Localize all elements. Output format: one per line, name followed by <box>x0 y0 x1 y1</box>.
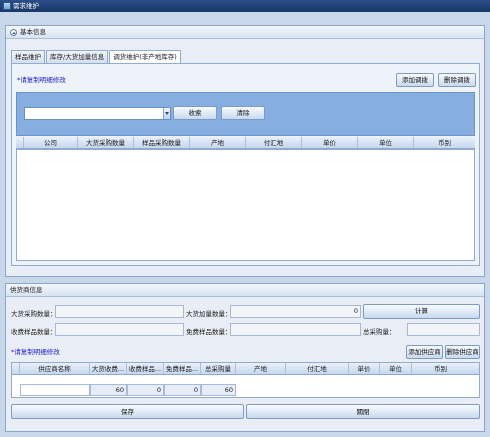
sample-charge-qty-field[interactable] <box>55 323 184 336</box>
sample-free-qty-label: 免费样品数量： <box>186 328 232 336</box>
supplier-grid-header: 供应商名称 大货收费... 收费样品... 免费样品... 总采购量 产地 付汇… <box>12 363 479 375</box>
column-header[interactable]: 单价 <box>349 363 380 374</box>
row-indicator-header <box>16 137 24 148</box>
delete-supplier-button[interactable]: 删除供应商 <box>445 345 480 359</box>
add-transfer-button[interactable]: 添加调拨 <box>396 73 434 87</box>
tab-transfer-maintenance[interactable]: 调货维护(非产地库存) <box>109 50 181 64</box>
close-button[interactable]: 關閉 <box>246 404 480 419</box>
sample-free-cell[interactable]: 0 <box>164 384 201 396</box>
column-header[interactable]: 供应商名称 <box>20 363 90 374</box>
column-header[interactable]: 收费样品... <box>127 363 164 374</box>
column-header[interactable]: 大货收费... <box>90 363 127 374</box>
chevron-down-icon[interactable] <box>163 108 170 119</box>
bulk-add-qty-label: 大货加量数量： <box>186 310 232 318</box>
basic-info-title: 基本信息 <box>20 28 46 36</box>
supplier-copy-detail-note: *请复制明细修改 <box>11 348 60 356</box>
save-button[interactable]: 保存 <box>11 404 244 419</box>
window-title-bar: 需求维护 <box>0 0 490 12</box>
tab-strip: 样品维护 库存/大货加量信息 调货维护(非产地库存) <box>11 50 182 64</box>
sample-charge-cell[interactable]: 0 <box>127 384 164 396</box>
supplier-info-title: 供货商信息 <box>10 286 43 294</box>
bulk-purchase-qty-field[interactable] <box>55 305 184 318</box>
add-supplier-button[interactable]: 添加供应商 <box>406 345 443 359</box>
bulk-add-qty-field[interactable]: 0 <box>230 305 361 318</box>
column-header[interactable]: 币别 <box>414 137 475 148</box>
search-button[interactable]: 收索 <box>173 106 217 120</box>
transfer-grid-body[interactable] <box>16 149 475 261</box>
column-header[interactable]: 币别 <box>412 363 469 374</box>
column-header[interactable]: 公司 <box>24 137 78 148</box>
column-header[interactable]: 单位 <box>358 137 414 148</box>
sample-free-qty-field[interactable] <box>230 323 361 336</box>
column-header[interactable]: 付汇地 <box>246 137 302 148</box>
column-header[interactable]: 单位 <box>380 363 412 374</box>
tab-inventory-bulk-add[interactable]: 库存/大货加量信息 <box>46 50 109 63</box>
column-header[interactable]: 产地 <box>236 363 286 374</box>
sample-charge-qty-label: 收费样品数量： <box>11 328 57 336</box>
supplier-name-cell[interactable] <box>20 384 90 396</box>
column-header[interactable]: 大货采购数量 <box>78 137 134 148</box>
copy-detail-note: *请复制明细修改 <box>17 76 66 84</box>
tab-sample-maintenance[interactable]: 样品维护 <box>11 50 45 63</box>
column-header[interactable]: 样品采购数量 <box>134 137 190 148</box>
column-header[interactable]: 付汇地 <box>286 363 349 374</box>
column-header[interactable]: 免费样品... <box>164 363 201 374</box>
column-header[interactable]: 单价 <box>302 137 358 148</box>
column-header[interactable]: 总采购量 <box>201 363 236 374</box>
clear-button[interactable]: 清除 <box>221 106 265 120</box>
collapse-icon[interactable] <box>10 29 17 36</box>
bulk-purchase-qty-label: 大货采购数量： <box>11 310 57 318</box>
row-indicator-header <box>12 363 20 374</box>
calculate-button[interactable]: 计算 <box>363 304 480 319</box>
basic-info-header[interactable]: 基本信息 <box>6 26 484 39</box>
supplier-info-header: 供货商信息 <box>6 284 484 297</box>
column-header[interactable]: 产地 <box>190 137 246 148</box>
delete-transfer-button[interactable]: 删除调拨 <box>438 73 476 87</box>
total-purchase-qty-field[interactable] <box>407 323 480 336</box>
transfer-grid-header: 公司 大货采购数量 样品采购数量 产地 付汇地 单价 单位 币别 <box>16 137 475 149</box>
window-title: 需求维护 <box>13 2 39 10</box>
company-select[interactable] <box>24 107 171 120</box>
total-purchase-cell[interactable]: 60 <box>201 384 236 396</box>
app-icon <box>3 2 11 10</box>
total-purchase-qty-label: 总采购量： <box>363 328 396 336</box>
bulk-charge-cell[interactable]: 60 <box>90 384 127 396</box>
